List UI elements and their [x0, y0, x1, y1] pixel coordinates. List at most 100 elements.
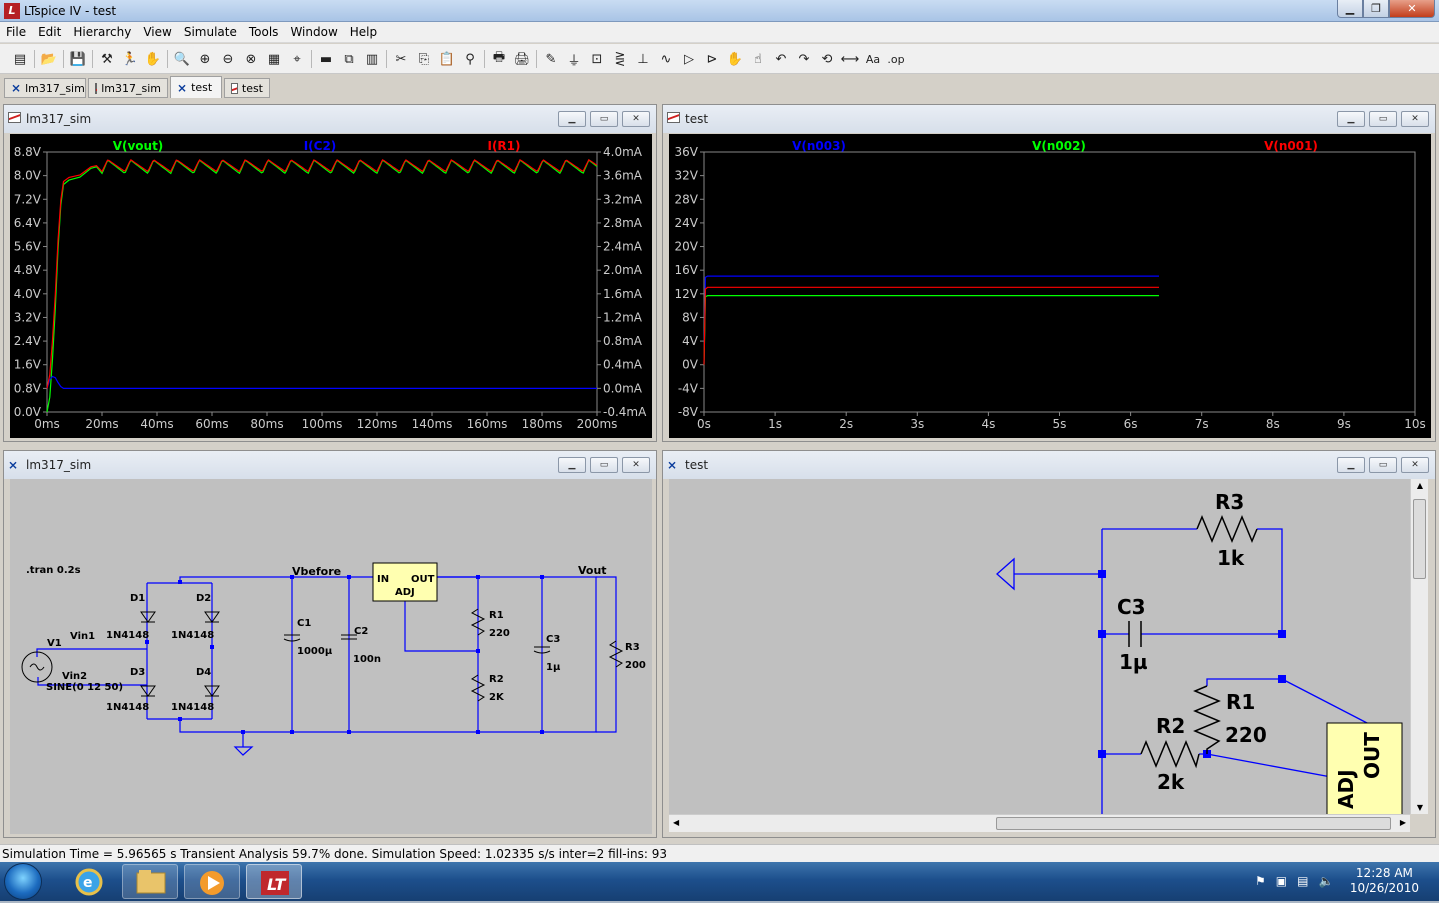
minimize-button[interactable]: ▁ — [1337, 0, 1363, 18]
net-label-vin2[interactable]: Vin2 — [62, 671, 87, 682]
lm317-schematic-drawing[interactable]: .tran 0.2s Vbefore Vout Vin1 Vin2 V1 SIN… — [10, 479, 652, 834]
pane-minimize-button[interactable]: ▁ — [1337, 111, 1365, 127]
schematic-canvas[interactable]: R3 1k C3 1µ R1 220 R2 2k ADJ OUT — [669, 479, 1410, 814]
menu-window[interactable]: Window — [284, 25, 343, 39]
maximize-button[interactable]: ❐ — [1363, 0, 1389, 18]
menu-edit[interactable]: Edit — [32, 25, 67, 39]
tab-test-schematic[interactable]: ⨯ test — [170, 76, 222, 98]
network-icon[interactable]: ▤ — [1297, 874, 1308, 888]
horizontal-scrollbar[interactable]: ◀ ▶ — [669, 814, 1410, 832]
paste-icon[interactable]: 📋 — [437, 49, 457, 69]
ltspice-icon[interactable]: LT — [246, 864, 302, 899]
scroll-left-arrow[interactable]: ◀ — [673, 818, 679, 827]
net-label-vin1[interactable]: Vin1 — [70, 631, 95, 642]
component-icon[interactable]: ⊳ — [702, 49, 722, 69]
y-tick-label: 1.6V — [14, 358, 42, 372]
mirror-icon[interactable]: ⟷ — [840, 49, 860, 69]
pane-close-button[interactable]: ✕ — [622, 111, 650, 127]
start-button[interactable] — [4, 863, 42, 900]
redo-icon[interactable]: ↷ — [794, 49, 814, 69]
text-icon[interactable]: Aa — [863, 49, 883, 69]
waveform-plot-area[interactable]: 36V 32V 28V 24V 20V 16V 12V 8V 4V 0V -4V -8V 0s 1s 2s 3… — [669, 134, 1431, 438]
x-tick-label: 200ms — [577, 417, 618, 431]
pan-icon[interactable]: ✋ — [143, 49, 163, 69]
copy-icon[interactable]: ⎘ — [414, 49, 434, 69]
scroll-down-arrow[interactable]: ▼ — [1413, 803, 1427, 812]
schematic-canvas[interactable]: .tran 0.2s Vbefore Vout Vin1 Vin2 V1 SIN… — [10, 479, 652, 834]
resistor-icon[interactable]: ⋛ — [610, 49, 630, 69]
pane-maximize-button[interactable]: ▭ — [1369, 457, 1397, 473]
x-tick-label: 100ms — [302, 417, 343, 431]
open-icon[interactable]: 📂 — [39, 49, 59, 69]
vertical-scrollbar[interactable]: ▲ ▼ — [1410, 479, 1428, 814]
tab-test-plot[interactable]: test — [224, 78, 270, 98]
cascade-icon[interactable]: ⧉ — [339, 49, 359, 69]
wire-icon[interactable]: ✎ — [541, 49, 561, 69]
scroll-up-arrow[interactable]: ▲ — [1413, 481, 1427, 490]
pane-maximize-button[interactable]: ▭ — [590, 111, 618, 127]
pane-close-button[interactable]: ✕ — [1401, 457, 1429, 473]
run-icon[interactable]: 🏃 — [120, 49, 140, 69]
pane-close-button[interactable]: ✕ — [622, 457, 650, 473]
capacitor-icon[interactable]: ⊥ — [633, 49, 653, 69]
print-setup-icon[interactable]: 🖶 — [489, 49, 509, 69]
save-icon[interactable]: 💾 — [68, 49, 88, 69]
pane-minimize-button[interactable]: ▁ — [1337, 457, 1365, 473]
pane-maximize-button[interactable]: ▭ — [1369, 111, 1397, 127]
inductor-icon[interactable]: ∿ — [656, 49, 676, 69]
menu-tools[interactable]: Tools — [243, 25, 285, 39]
menu-file[interactable]: File — [0, 25, 32, 39]
move-icon[interactable]: ✋ — [725, 49, 745, 69]
find-icon[interactable]: ⚲ — [460, 49, 480, 69]
menu-simulate[interactable]: Simulate — [178, 25, 243, 39]
y-tick-label: 6.4V — [14, 216, 42, 230]
menu-help[interactable]: Help — [344, 25, 383, 39]
pane-minimize-button[interactable]: ▁ — [558, 457, 586, 473]
waveform-plot-area[interactable]: 8.8V 8.0V 7.2V 6.4V 5.6V 4.8V 4.0V 3.2V 2.4V 1.6V… — [10, 134, 652, 438]
close-button[interactable]: ✕ — [1389, 0, 1435, 18]
zoom-extents-icon[interactable]: ⊕ — [195, 49, 215, 69]
zoom-in-icon[interactable]: 🔍 — [172, 49, 192, 69]
horizontal-scroll-thumb[interactable] — [996, 817, 1391, 830]
label-r2: R2 — [1156, 714, 1185, 738]
menu-view[interactable]: View — [137, 25, 177, 39]
undo-icon[interactable]: ↶ — [771, 49, 791, 69]
media-player-icon[interactable] — [184, 864, 240, 899]
zoom-cancel-icon[interactable]: ⊗ — [241, 49, 261, 69]
ground-icon[interactable]: ⏚ — [564, 49, 584, 69]
tile-horizontal-icon[interactable]: ▬ — [316, 49, 336, 69]
rotate-icon[interactable]: ⟲ — [817, 49, 837, 69]
test-schematic-drawing[interactable]: R3 1k C3 1µ R1 220 R2 2k ADJ OUT — [669, 479, 1410, 814]
tile-vertical-icon[interactable]: ▥ — [362, 49, 382, 69]
safely-remove-icon[interactable]: ▣ — [1276, 874, 1287, 888]
cut-icon[interactable]: ✂ — [391, 49, 411, 69]
tab-lm317-sim-plot[interactable]: lm317_sim — [88, 78, 168, 98]
new-schematic-icon[interactable]: ▤ — [10, 49, 30, 69]
vertical-scroll-thumb[interactable] — [1413, 499, 1426, 579]
zoom-out-icon[interactable]: ⊖ — [218, 49, 238, 69]
action-center-icon[interactable]: ⚑ — [1255, 874, 1266, 888]
drag-icon[interactable]: ☝ — [748, 49, 768, 69]
autorange-icon[interactable]: ▦ — [264, 49, 284, 69]
label-icon[interactable]: ⊡ — [587, 49, 607, 69]
marker-icon[interactable]: ⌖ — [287, 49, 307, 69]
print-icon[interactable]: 🖨 — [512, 49, 532, 69]
diode-icon[interactable]: ▷ — [679, 49, 699, 69]
tab-lm317-sim-schematic[interactable]: ⨯ lm317_sim — [4, 78, 86, 98]
internet-explorer-icon[interactable]: e — [64, 864, 114, 899]
tran-directive-label[interactable]: .tran 0.2s — [26, 565, 81, 576]
explorer-icon[interactable] — [122, 864, 178, 899]
scroll-right-arrow[interactable]: ▶ — [1400, 818, 1406, 827]
net-label-vbefore[interactable]: Vbefore — [292, 565, 341, 578]
spice-directive-icon[interactable]: .op — [886, 49, 906, 69]
menu-hierarchy[interactable]: Hierarchy — [67, 25, 137, 39]
system-clock[interactable]: 12:28 AM 10/26/2010 — [1350, 866, 1419, 896]
pane-close-button[interactable]: ✕ — [1401, 111, 1429, 127]
pane-maximize-button[interactable]: ▭ — [590, 457, 618, 473]
net-label-vout[interactable]: Vout — [578, 564, 607, 577]
waveform-chart-nodes[interactable]: 36V 32V 28V 24V 20V 16V 12V 8V 4V 0V -4V -8V0s 1s 2s 3… — [669, 134, 1431, 438]
waveform-chart-vout[interactable]: 8.8V 8.0V 7.2V 6.4V 5.6V 4.8V 4.0V 3.2V 2.4V 1.6V… — [10, 134, 652, 438]
pane-minimize-button[interactable]: ▁ — [558, 111, 586, 127]
volume-icon[interactable]: 🔈 — [1318, 874, 1333, 888]
control-panel-icon[interactable]: ⚒ — [97, 49, 117, 69]
